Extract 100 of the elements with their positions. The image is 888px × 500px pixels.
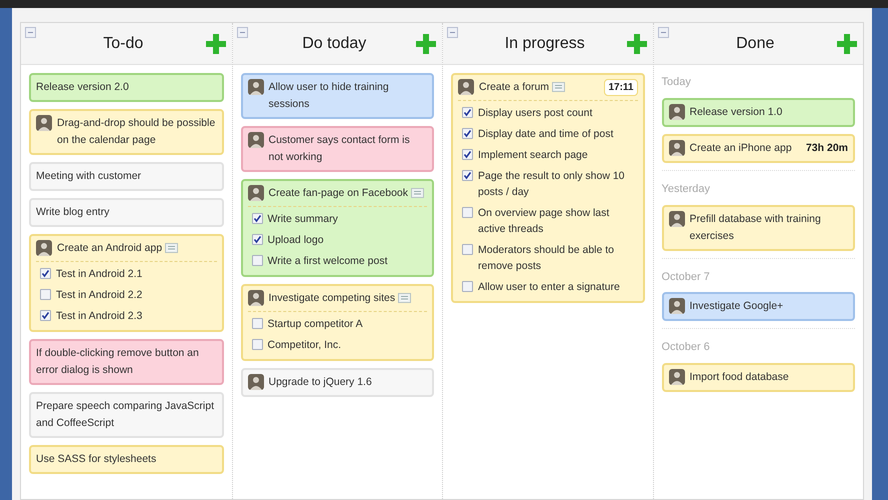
task-card[interactable] [451, 73, 644, 303]
task-card[interactable]: Release version 2.0 [29, 73, 224, 102]
task-card[interactable]: Write blog entry [29, 198, 224, 227]
subtask-label: Write a first welcome post [268, 254, 388, 269]
task-card[interactable]: Drag-and-drop should be possible on the calendar page [29, 109, 224, 155]
checkbox[interactable] [462, 149, 473, 160]
date-heading: Today [662, 76, 691, 88]
subtask-label: Startup competitor A [268, 317, 363, 332]
subtask-label: Implement search page [478, 148, 588, 163]
task-card[interactable]: Release version 1.0 [662, 98, 855, 127]
subtask-label: Competitor, Inc. [268, 338, 342, 353]
task-title: Prepare speech comparing JavaScript and CoffeeScript [36, 399, 216, 431]
checkbox[interactable] [252, 255, 262, 266]
task-title: Customer says contact form is not working [268, 133, 411, 165]
collapse-icon[interactable] [658, 27, 668, 38]
avatar [668, 140, 684, 156]
checkbox[interactable] [252, 234, 262, 245]
subtask-label: Moderators should be able to remove posts [478, 243, 616, 274]
task-card[interactable]: Prepare speech comparing JavaScript and CoffeeScript [29, 392, 224, 438]
task-title: Create a forum [479, 80, 550, 95]
avatar [668, 210, 684, 226]
subtask-label: Test in Android 2.1 [56, 267, 142, 282]
date-heading: Yesterday [662, 182, 710, 195]
subtask-label: Page the result to only show 10 posts / day [478, 169, 626, 200]
add-icon[interactable] [416, 34, 436, 54]
date-heading: October 7 [662, 270, 710, 282]
task-card[interactable]: Investigate competing sites Startup competitor A Competitor, Inc. [240, 284, 434, 361]
task-title: Investigate competing sites [268, 291, 396, 306]
timer: 17:11 [604, 79, 638, 96]
column-title: Done [736, 34, 774, 54]
checkbox[interactable] [462, 207, 473, 218]
collapse-icon[interactable] [25, 27, 36, 38]
subtask-label: Write summary [268, 212, 338, 227]
task-card[interactable]: Create fan-page on Facebook Write summary Upload logo Write a first welcome post [240, 179, 434, 277]
task-card[interactable]: Create an iPhone app 73h 20m [662, 134, 855, 163]
avatar [458, 79, 474, 95]
task-title: Create fan-page on Facebook [268, 186, 408, 201]
task-title: Release version 2.0 [36, 80, 129, 95]
checkbox[interactable] [40, 289, 51, 300]
task-title: Prefill database with training exercises [690, 212, 822, 244]
avatar [36, 240, 52, 256]
avatar [248, 132, 264, 148]
checkbox[interactable] [462, 170, 473, 181]
avatar [248, 79, 264, 95]
column-title: Do today [302, 34, 366, 54]
task-card[interactable]: Create an Android app Test in Android 2.1 Test in Android 2.2 Test in Android 2.3 [29, 234, 224, 332]
avatar [668, 104, 684, 120]
add-icon[interactable] [837, 34, 857, 54]
task-card[interactable]: Investigate Google+ [662, 292, 855, 322]
date-heading: October 6 [662, 341, 710, 354]
task-card[interactable]: Upgrade to jQuery 1.6 [240, 368, 434, 397]
task-title: If double-clicking remove button an error dialog is shown [36, 346, 200, 378]
avatar [668, 369, 684, 385]
add-icon[interactable] [626, 34, 646, 54]
checkbox[interactable] [462, 281, 473, 292]
task-card[interactable]: Allow user to hide training sessions [240, 73, 434, 119]
task-card[interactable]: Use SASS for stylesheets [29, 445, 224, 474]
avatar [248, 185, 264, 201]
collapse-icon[interactable] [236, 27, 248, 38]
checkbox[interactable] [40, 268, 51, 279]
subtask-label: Display users post count [478, 106, 592, 121]
checkbox[interactable] [252, 318, 262, 329]
task-card[interactable]: Prefill database with training exercises [662, 204, 855, 250]
note-icon[interactable] [552, 82, 566, 92]
task-card[interactable]: If double-clicking remove button an error dialog is shown [29, 339, 224, 385]
subtask-label: On overview page show last active threads [478, 206, 610, 237]
column-title: To-do [103, 34, 144, 54]
checkbox[interactable] [252, 339, 262, 350]
checkbox[interactable] [252, 213, 262, 224]
time-spent: 73h 20m [806, 140, 848, 156]
task-title: Allow user to hide training sessions [268, 80, 390, 112]
note-icon[interactable] [411, 188, 424, 198]
note-icon[interactable] [165, 243, 178, 253]
checkbox[interactable] [462, 107, 473, 118]
task-title: Meeting with customer [36, 169, 142, 184]
checkbox[interactable] [462, 244, 473, 255]
avatar [248, 290, 264, 306]
subtask-label: Test in Android 2.2 [56, 288, 142, 303]
task-title: Release version 1.0 [690, 104, 782, 120]
avatar [248, 374, 264, 390]
note-icon[interactable] [398, 293, 412, 303]
task-title: Create an Android app [57, 241, 162, 256]
task-title: Investigate Google+ [690, 299, 784, 314]
collapse-icon[interactable] [447, 27, 458, 38]
task-title: Drag-and-drop should be possible on the calendar page [57, 116, 216, 148]
checkbox[interactable] [40, 310, 51, 321]
task-title: Import food database [690, 370, 789, 385]
checkbox[interactable] [462, 128, 473, 139]
column-title: In progress [504, 34, 585, 54]
task-title: Create an iPhone app [690, 140, 792, 156]
add-icon[interactable] [206, 34, 226, 54]
subtask-label: Test in Android 2.3 [56, 309, 142, 324]
task-card[interactable]: Import food database [662, 363, 855, 392]
task-card[interactable]: Customer says contact form is not working [240, 126, 434, 172]
avatar [668, 298, 684, 314]
task-card[interactable]: Meeting with customer [29, 162, 224, 191]
subtask-label: Display date and time of post [478, 127, 614, 142]
task-title: Write blog entry [36, 205, 110, 220]
avatar [36, 115, 52, 131]
subtask-label: Allow user to enter a signature [478, 280, 620, 295]
